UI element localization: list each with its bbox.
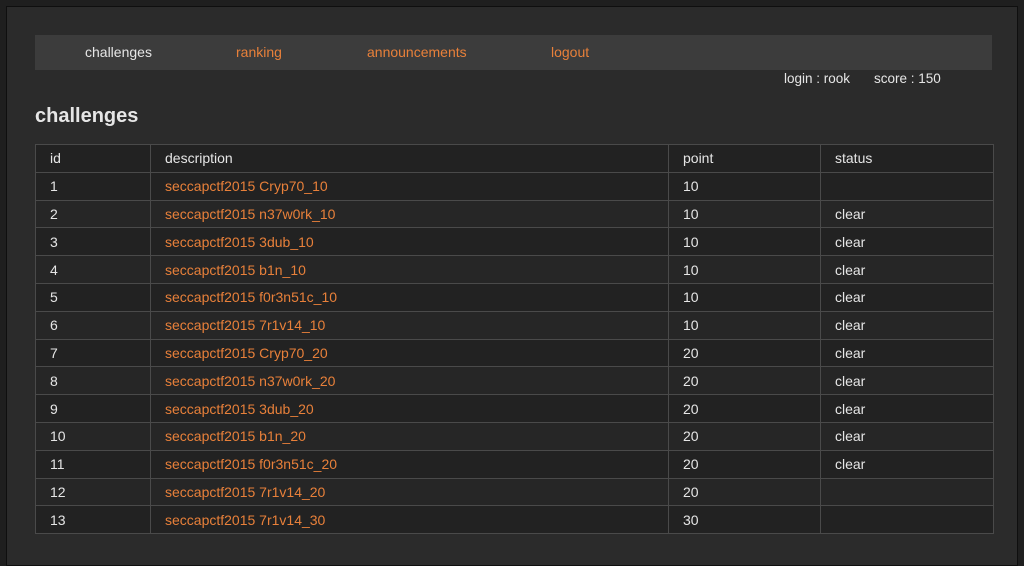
challenge-point-cell: 10 <box>668 255 821 284</box>
challenge-status-cell: clear <box>820 227 994 257</box>
table-header-row: id description point status <box>35 144 994 173</box>
challenge-point-cell: 20 <box>668 338 821 368</box>
table-row: 3 seccapctf2015 3dub_10 10 clear <box>35 227 994 257</box>
page-title: challenges <box>35 105 139 127</box>
challenge-status-cell <box>820 505 994 535</box>
nav-announcements-link[interactable]: announcements <box>367 35 467 70</box>
challenge-link[interactable]: seccapctf2015 7r1v14_20 <box>165 484 325 500</box>
challenge-status-cell: clear <box>820 366 994 396</box>
challenge-description-cell: seccapctf2015 7r1v14_10 <box>150 310 669 340</box>
table-row: 4 seccapctf2015 b1n_10 10 clear <box>35 255 994 284</box>
challenge-id-cell: 8 <box>35 366 151 396</box>
challenge-link[interactable]: seccapctf2015 b1n_10 <box>165 262 306 278</box>
challenge-point-cell: 20 <box>668 449 821 479</box>
challenge-description-cell: seccapctf2015 7r1v14_30 <box>150 505 669 535</box>
table-row: 8 seccapctf2015 n37w0rk_20 20 clear <box>35 366 994 396</box>
challenge-link[interactable]: seccapctf2015 n37w0rk_20 <box>165 373 335 389</box>
challenge-link[interactable]: seccapctf2015 b1n_20 <box>165 428 306 444</box>
challenge-status-cell: clear <box>820 421 994 451</box>
score-info: score : 150 <box>874 71 941 86</box>
table-row: 13 seccapctf2015 7r1v14_30 30 <box>35 505 994 535</box>
column-header-id: id <box>35 144 151 173</box>
challenge-description-cell: seccapctf2015 Cryp70_20 <box>150 338 669 368</box>
challenge-status-cell: clear <box>820 338 994 368</box>
challenges-table: id description point status 1 seccapctf20… <box>35 144 994 535</box>
challenge-status-cell <box>820 477 994 507</box>
nav-logout-link[interactable]: logout <box>551 35 589 70</box>
challenges-table-body: 1 seccapctf2015 Cryp70_10 10 2 seccapctf2015… <box>35 171 994 535</box>
challenge-point-cell: 10 <box>668 227 821 257</box>
challenge-point-cell: 20 <box>668 366 821 396</box>
challenge-point-cell: 20 <box>668 394 821 423</box>
challenge-point-cell: 10 <box>668 310 821 340</box>
challenge-id-cell: 5 <box>35 282 151 312</box>
challenge-status-cell: clear <box>820 310 994 340</box>
challenge-description-cell: seccapctf2015 Cryp70_10 <box>150 171 669 201</box>
challenge-description-cell: seccapctf2015 3dub_20 <box>150 394 669 423</box>
challenge-description-cell: seccapctf2015 n37w0rk_10 <box>150 199 669 229</box>
challenge-link[interactable]: seccapctf2015 3dub_10 <box>165 234 314 250</box>
challenge-point-cell: 20 <box>668 477 821 507</box>
column-header-description: description <box>150 144 669 173</box>
challenge-id-cell: 7 <box>35 338 151 368</box>
challenge-point-cell: 10 <box>668 282 821 312</box>
challenge-id-cell: 9 <box>35 394 151 423</box>
top-navbar: challenges ranking announcements logout <box>35 35 992 70</box>
challenge-id-cell: 2 <box>35 199 151 229</box>
challenge-description-cell: seccapctf2015 b1n_10 <box>150 255 669 284</box>
challenge-link[interactable]: seccapctf2015 n37w0rk_10 <box>165 206 335 222</box>
challenge-id-cell: 3 <box>35 227 151 257</box>
table-row: 12 seccapctf2015 7r1v14_20 20 <box>35 477 994 507</box>
table-row: 2 seccapctf2015 n37w0rk_10 10 clear <box>35 199 994 229</box>
challenge-status-cell: clear <box>820 199 994 229</box>
challenge-link[interactable]: seccapctf2015 7r1v14_10 <box>165 317 325 333</box>
challenge-id-cell: 10 <box>35 421 151 451</box>
column-header-point: point <box>668 144 821 173</box>
challenge-point-cell: 30 <box>668 505 821 535</box>
challenge-id-cell: 1 <box>35 171 151 201</box>
challenge-id-cell: 12 <box>35 477 151 507</box>
table-row: 7 seccapctf2015 Cryp70_20 20 clear <box>35 338 994 368</box>
challenge-point-cell: 10 <box>668 199 821 229</box>
column-header-status: status <box>820 144 994 173</box>
challenge-description-cell: seccapctf2015 7r1v14_20 <box>150 477 669 507</box>
challenge-point-cell: 10 <box>668 171 821 201</box>
login-info: login : rook <box>784 71 851 86</box>
challenge-link[interactable]: seccapctf2015 Cryp70_10 <box>165 178 328 194</box>
challenge-link[interactable]: seccapctf2015 3dub_20 <box>165 401 314 417</box>
table-row: 9 seccapctf2015 3dub_20 20 clear <box>35 394 994 423</box>
challenge-link[interactable]: seccapctf2015 f0r3n51c_10 <box>165 289 337 305</box>
challenge-link[interactable]: seccapctf2015 7r1v14_30 <box>165 512 325 528</box>
challenge-point-cell: 20 <box>668 421 821 451</box>
challenge-status-cell <box>820 171 994 201</box>
challenge-description-cell: seccapctf2015 f0r3n51c_20 <box>150 449 669 479</box>
challenge-id-cell: 11 <box>35 449 151 479</box>
table-row: 1 seccapctf2015 Cryp70_10 10 <box>35 171 994 201</box>
challenge-description-cell: seccapctf2015 n37w0rk_20 <box>150 366 669 396</box>
table-row: 5 seccapctf2015 f0r3n51c_10 10 clear <box>35 282 994 312</box>
challenge-id-cell: 13 <box>35 505 151 535</box>
table-row: 6 seccapctf2015 7r1v14_10 10 clear <box>35 310 994 340</box>
challenge-description-cell: seccapctf2015 3dub_10 <box>150 227 669 257</box>
nav-ranking-link[interactable]: ranking <box>236 35 282 70</box>
challenge-status-cell: clear <box>820 449 994 479</box>
nav-challenges-link[interactable]: challenges <box>85 35 152 70</box>
challenge-status-cell: clear <box>820 282 994 312</box>
challenge-id-cell: 6 <box>35 310 151 340</box>
challenge-status-cell: clear <box>820 255 994 284</box>
table-row: 10 seccapctf2015 b1n_20 20 clear <box>35 421 994 451</box>
table-row: 11 seccapctf2015 f0r3n51c_20 20 clear <box>35 449 994 479</box>
challenge-status-cell: clear <box>820 394 994 423</box>
challenge-description-cell: seccapctf2015 b1n_20 <box>150 421 669 451</box>
challenge-link[interactable]: seccapctf2015 f0r3n51c_20 <box>165 456 337 472</box>
page-frame: challenges ranking announcements logout … <box>6 6 1018 566</box>
challenge-link[interactable]: seccapctf2015 Cryp70_20 <box>165 345 328 361</box>
challenge-id-cell: 4 <box>35 255 151 284</box>
challenge-description-cell: seccapctf2015 f0r3n51c_10 <box>150 282 669 312</box>
